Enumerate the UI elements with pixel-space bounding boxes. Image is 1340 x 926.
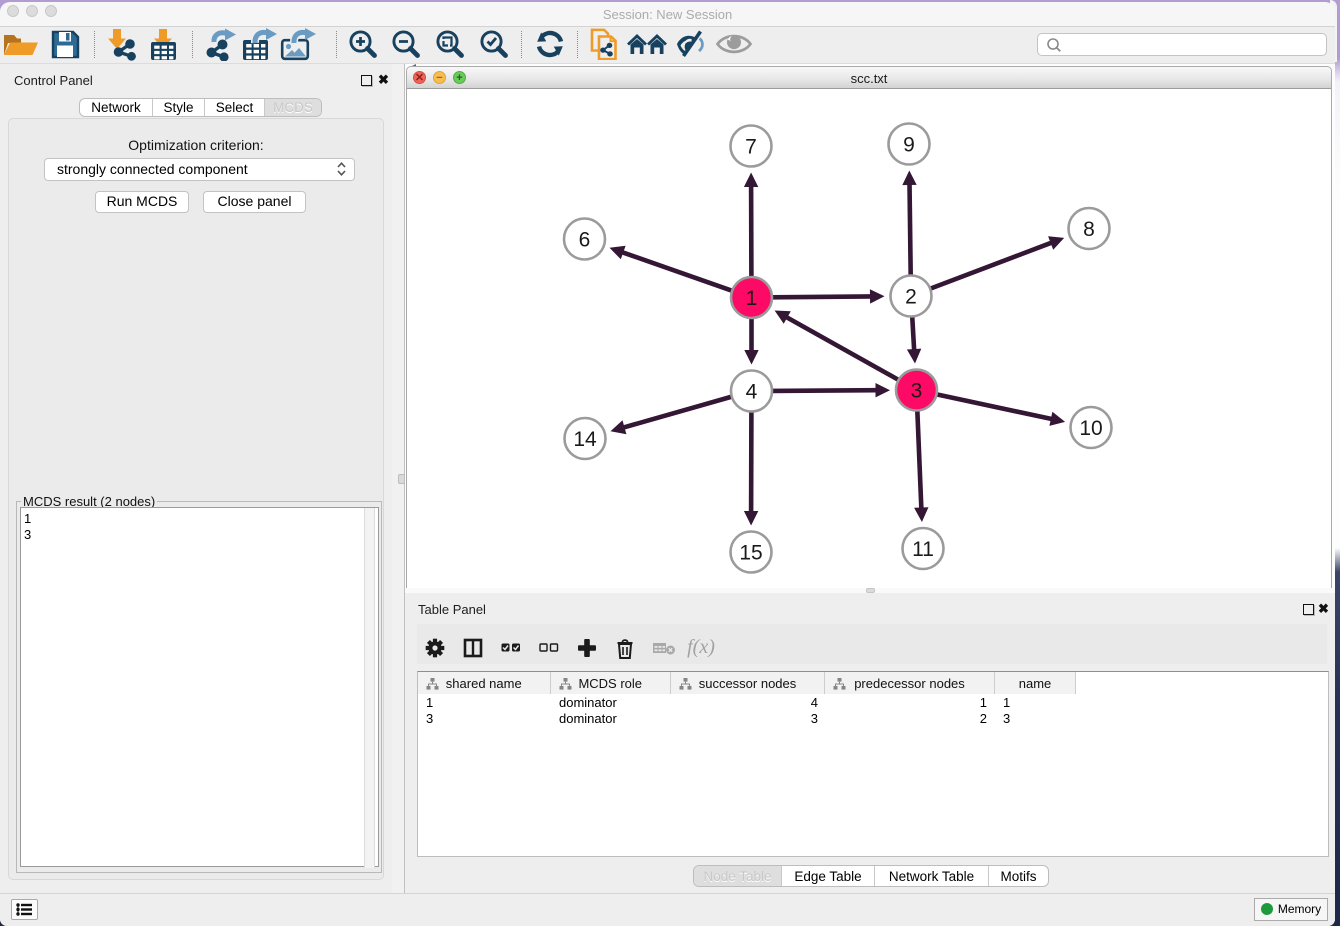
svg-text:15: 15 [739, 542, 762, 565]
svg-text:11: 11 [912, 538, 934, 561]
svg-text:2: 2 [905, 286, 917, 309]
svg-text:10: 10 [1079, 417, 1102, 440]
svg-text:1: 1 [746, 287, 758, 310]
svg-text:8: 8 [1083, 218, 1095, 241]
svg-text:4: 4 [746, 381, 758, 404]
svg-text:14: 14 [573, 428, 597, 451]
svg-text:9: 9 [903, 134, 915, 157]
svg-text:6: 6 [579, 229, 591, 252]
svg-text:7: 7 [745, 136, 757, 159]
svg-text:3: 3 [911, 380, 923, 403]
